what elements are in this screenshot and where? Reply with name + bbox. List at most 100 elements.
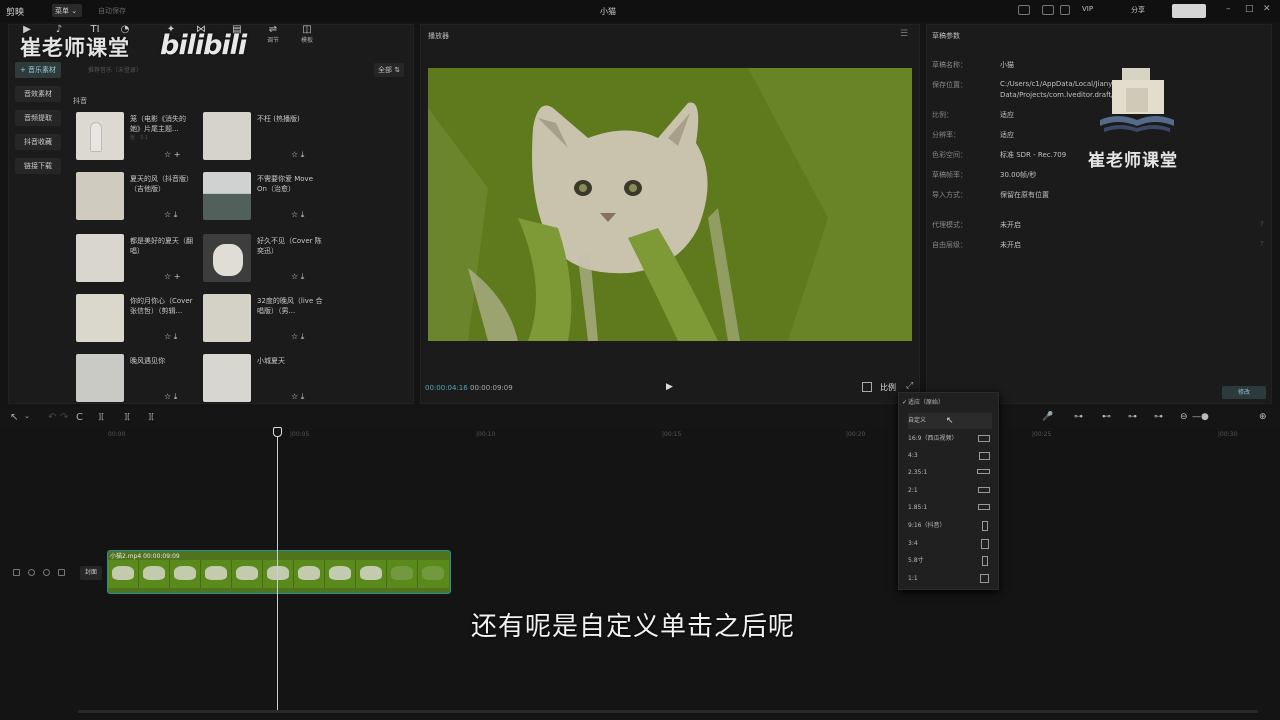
snap-icon[interactable]: ⊷ — [1102, 412, 1111, 422]
delete-icon[interactable]: ][ — [148, 412, 154, 421]
mute-icon[interactable] — [58, 569, 65, 576]
ratio-9-16-icon — [982, 521, 988, 531]
lock-icon[interactable] — [28, 569, 35, 576]
music-actions[interactable]: ☆ ⤓ — [291, 392, 304, 402]
playhead-handle[interactable] — [273, 427, 282, 437]
nav-audio-extract[interactable]: 音频提取 — [15, 110, 61, 126]
ratio-button[interactable]: 比例 — [880, 382, 896, 393]
nav-sound-effects[interactable]: 音效素材 — [15, 86, 61, 102]
preview-axis-icon[interactable]: ⊶ — [1154, 412, 1163, 422]
nav-music-library[interactable]: + 音乐素材 — [15, 62, 61, 78]
music-item[interactable]: 都是美好的夏天（翻唱） ☆ + — [76, 234, 196, 284]
nav-douyin-favorites[interactable]: 抖音收藏 — [15, 134, 61, 150]
text-tool[interactable]: TI — [80, 24, 110, 44]
ratio-option-label: 9:16（抖音） — [908, 522, 946, 529]
zoom-slider[interactable]: —● — [1192, 412, 1209, 422]
microphone-icon[interactable]: 🎤 — [1042, 412, 1053, 422]
horizontal-scrollbar[interactable] — [78, 710, 1258, 713]
eye-icon[interactable] — [43, 569, 50, 576]
filter-tool[interactable]: ▤ — [222, 24, 252, 44]
music-item[interactable]: 你的月你心（Cover 张信哲）（剪辑... ☆ ⤓ — [76, 294, 196, 344]
trim-left-icon[interactable]: ][ — [98, 412, 104, 421]
cover-button[interactable]: 封面 — [80, 566, 102, 580]
music-actions[interactable]: ☆ + — [164, 272, 180, 281]
ratio-option-2-35-1[interactable]: 2.35:1 — [908, 465, 992, 481]
music-item[interactable]: 好久不见（Cover 陈奕迅） ☆ ⤓ — [203, 234, 323, 284]
effects-tool[interactable]: ✦ — [156, 24, 186, 44]
prop-label: 草稿帧率： — [932, 171, 967, 179]
track-toggle-icon[interactable] — [13, 569, 20, 576]
music-item[interactable]: 小城夏天 ☆ ⤓ — [203, 354, 323, 404]
music-item[interactable]: 夏天的风（抖音版）（吉他版） ☆ ⤓ — [76, 172, 196, 222]
link-icon[interactable]: ⊶ — [1074, 412, 1083, 422]
filter-dropdown[interactable]: 全部 ⇅ — [374, 63, 405, 77]
adjust-tool[interactable]: ⇌ 调节 — [258, 24, 288, 44]
select-dropdown-icon[interactable]: ⌄ — [24, 412, 30, 420]
classroom-logo-text: 崔老师课堂 — [1088, 151, 1178, 171]
keyboard-icon[interactable] — [1018, 5, 1030, 15]
split-icon[interactable]: C — [76, 412, 83, 423]
music-item[interactable]: 笼（电影《消失的她》片尾主题... 张 · 3:1 ☆ + — [76, 112, 196, 162]
ratio-option-custom[interactable]: 自定义 ↖ — [908, 413, 992, 429]
clip-frame — [418, 560, 449, 588]
media-tool[interactable]: ▶ — [12, 24, 42, 44]
export-button[interactable] — [1172, 4, 1206, 18]
time-ruler[interactable] — [0, 428, 1280, 442]
music-actions[interactable]: ☆ ⤓ — [291, 332, 304, 342]
ratio-option-1-1[interactable]: 1:1 — [908, 571, 992, 587]
ratio-option-fit[interactable]: ✓ 适应（原始） — [902, 395, 992, 411]
select-tool-icon[interactable]: ↖ — [10, 412, 18, 423]
music-actions[interactable]: ☆ ⤓ — [291, 272, 304, 282]
music-actions[interactable]: ☆ ⤓ — [291, 150, 304, 160]
settings-icon[interactable] — [1060, 5, 1070, 15]
prop-value: 未开启 — [1000, 221, 1021, 229]
ratio-option-5-8-inch[interactable]: 5.8寸 — [908, 553, 992, 569]
minimize-button[interactable]: – — [1226, 4, 1231, 14]
maximize-button[interactable]: □ — [1245, 4, 1254, 14]
zoom-out-icon[interactable]: ⊖ — [1180, 412, 1188, 422]
fullscreen-icon[interactable]: ⤢ — [906, 381, 913, 391]
music-item[interactable]: 不需要你爱 Move On（治愈） ☆ ⤓ — [203, 172, 323, 222]
undo-icon[interactable]: ↶ — [48, 412, 56, 423]
close-button[interactable]: ✕ — [1263, 4, 1271, 14]
album-cover — [203, 112, 251, 160]
ratio-option-16-9[interactable]: 16:9（西瓜视频） — [908, 431, 992, 447]
music-item[interactable]: 32度的晚风（live 合唱版）（男... ☆ ⤓ — [203, 294, 323, 344]
player-menu-icon[interactable]: ☰ — [900, 29, 908, 39]
music-actions[interactable]: ☆ ⤓ — [164, 210, 177, 220]
snapshot-icon[interactable] — [862, 382, 872, 392]
ratio-option-2-1[interactable]: 2:1 — [908, 483, 992, 499]
redo-icon[interactable]: ↷ — [60, 412, 68, 423]
music-actions[interactable]: ☆ ⤓ — [164, 332, 177, 342]
video-preview — [428, 68, 912, 341]
music-title: 不需要你爱 Move On（治愈） — [257, 175, 313, 193]
modify-button[interactable]: 修改 — [1222, 386, 1266, 399]
playhead[interactable] — [277, 428, 278, 710]
transitions-tool[interactable]: ⋈ — [186, 24, 216, 44]
music-actions[interactable]: ☆ ⤓ — [291, 210, 304, 220]
ratio-option-1-85-1[interactable]: 1.85:1 — [908, 500, 992, 516]
share-button[interactable]: 分享 — [1131, 5, 1145, 15]
linkage-icon[interactable]: ⊶ — [1128, 412, 1137, 422]
play-button[interactable]: ▶ — [666, 382, 673, 392]
help-icon[interactable]: ? — [1260, 220, 1264, 228]
tick-label: 00:00 — [108, 431, 126, 438]
ratio-option-9-16[interactable]: 9:16（抖音） — [908, 518, 992, 534]
music-item[interactable]: 不枉 (热播版) ☆ ⤓ — [203, 112, 323, 162]
vip-badge[interactable]: VIP — [1082, 5, 1093, 13]
help-icon[interactable]: ? — [1260, 240, 1264, 248]
nav-link-download[interactable]: 链接下载 — [15, 158, 61, 174]
layout-icon[interactable] — [1042, 5, 1054, 15]
music-actions[interactable]: ☆ + — [164, 150, 180, 159]
music-item[interactable]: 晚风遇见你 ☆ ⤓ — [76, 354, 196, 404]
trim-right-icon[interactable]: ][ — [124, 412, 130, 421]
menu-button[interactable]: 菜单 ⌄ — [52, 4, 82, 17]
sticker-tool[interactable]: ◔ — [110, 24, 140, 44]
music-actions[interactable]: ☆ ⤓ — [164, 392, 177, 402]
ratio-option-3-4[interactable]: 3:4 — [908, 536, 992, 552]
template-tool[interactable]: ◫ 模板 — [292, 24, 322, 44]
adjust-label: 调节 — [266, 37, 279, 44]
ratio-option-4-3[interactable]: 4:3 — [908, 448, 992, 464]
zoom-in-icon[interactable]: ⊕ — [1259, 412, 1267, 422]
audio-tool[interactable]: ♪ — [44, 24, 74, 44]
